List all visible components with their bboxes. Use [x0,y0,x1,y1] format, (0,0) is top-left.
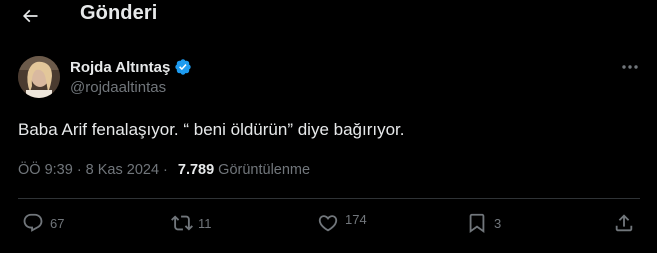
tweet-date[interactable]: 8 Kas 2024 [86,162,159,178]
heart-icon [318,215,338,232]
share-icon [615,214,633,232]
tweet-time[interactable]: ÖÖ 9:39 [18,162,73,178]
views-count: 7.789 [177,162,215,178]
avatar-photo [18,56,60,98]
back-button[interactable] [18,4,42,28]
views-label: Görüntülenme [218,162,311,178]
retweet-button[interactable]: 11 [170,211,212,235]
meta-separator-2: · [163,162,168,178]
action-bar: 67 11 174 3 [0,211,657,241]
reply-icon [23,213,43,232]
tweet-meta: ÖÖ 9:39 · 8 Kas 2024 · 7.789 Görüntülenm… [18,162,310,178]
avatar[interactable] [18,56,60,98]
bookmark-icon [469,213,485,234]
reply-button[interactable]: 67 [22,211,64,235]
author-handle[interactable]: @rojdaaltintas [70,79,166,96]
bookmark-count: 3 [494,215,502,231]
share-button[interactable] [613,211,635,235]
meta-separator: · [76,162,82,178]
author-name-row[interactable]: Rojda Altıntaş [70,57,192,77]
top-bar: Gönderi [0,0,657,32]
divider [18,198,640,199]
arrow-left-icon [22,9,38,23]
more-dots-icon [622,65,638,69]
like-count: 174 [345,211,367,227]
tweet-text: Baba Arif fenalaşıyor. “ beni öldürün” d… [18,120,405,139]
retweet-count: 11 [198,215,212,231]
page-title: Gönderi [80,2,158,24]
verified-badge-icon[interactable] [174,58,192,76]
bookmark-button[interactable]: 3 [466,211,501,235]
retweet-icon [171,215,193,231]
more-options-button[interactable] [618,60,642,74]
like-button[interactable]: 174 [317,211,367,235]
reply-count: 67 [50,215,65,231]
author-display-name[interactable]: Rojda Altıntaş [70,59,170,76]
